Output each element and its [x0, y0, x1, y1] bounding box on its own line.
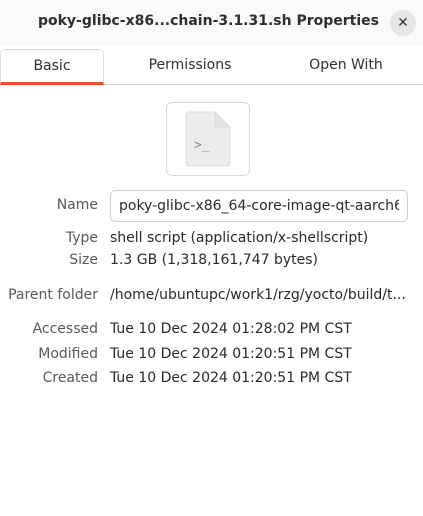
- close-button[interactable]: ✕: [390, 10, 416, 36]
- close-icon: ✕: [397, 15, 409, 31]
- name-label: Name: [56, 197, 98, 213]
- accessed-label: Accessed: [32, 321, 98, 337]
- parent-folder-link[interactable]: /home/ubuntupc/work1/rzg/yocto/build/t..…: [110, 287, 415, 303]
- size-label: Size: [69, 252, 98, 268]
- tab-open-with[interactable]: Open With: [284, 49, 408, 81]
- modified-value: Tue 10 Dec 2024 01:20:51 PM CST: [110, 346, 352, 362]
- accessed-value: Tue 10 Dec 2024 01:28:02 PM CST: [110, 321, 352, 337]
- type-label: Type: [65, 230, 98, 246]
- terminal-prompt-glyph: >_: [194, 138, 210, 153]
- modified-label: Modified: [38, 346, 98, 362]
- tab-basic[interactable]: Basic: [0, 49, 104, 85]
- title-bar[interactable]: poky-glibc-x86...chain-3.1.31.sh Propert…: [0, 0, 423, 46]
- dialog-title: poky-glibc-x86...chain-3.1.31.sh Propert…: [37, 13, 379, 29]
- file-icon-frame: >_: [166, 102, 250, 176]
- created-value: Tue 10 Dec 2024 01:20:51 PM CST: [110, 370, 352, 386]
- tab-permissions[interactable]: Permissions: [132, 49, 248, 81]
- name-input[interactable]: [110, 190, 408, 222]
- properties-dialog: poky-glibc-x86...chain-3.1.31.sh Propert…: [0, 0, 423, 516]
- size-value: 1.3 GB (1,318,161,747 bytes): [110, 252, 318, 268]
- shell-script-file-icon: >_: [185, 111, 231, 167]
- type-value: shell script (application/x-shellscript): [110, 230, 369, 246]
- parent-folder-label: Parent folder: [8, 287, 98, 303]
- created-label: Created: [42, 370, 98, 386]
- tab-bar: Basic Permissions Open With: [0, 46, 423, 85]
